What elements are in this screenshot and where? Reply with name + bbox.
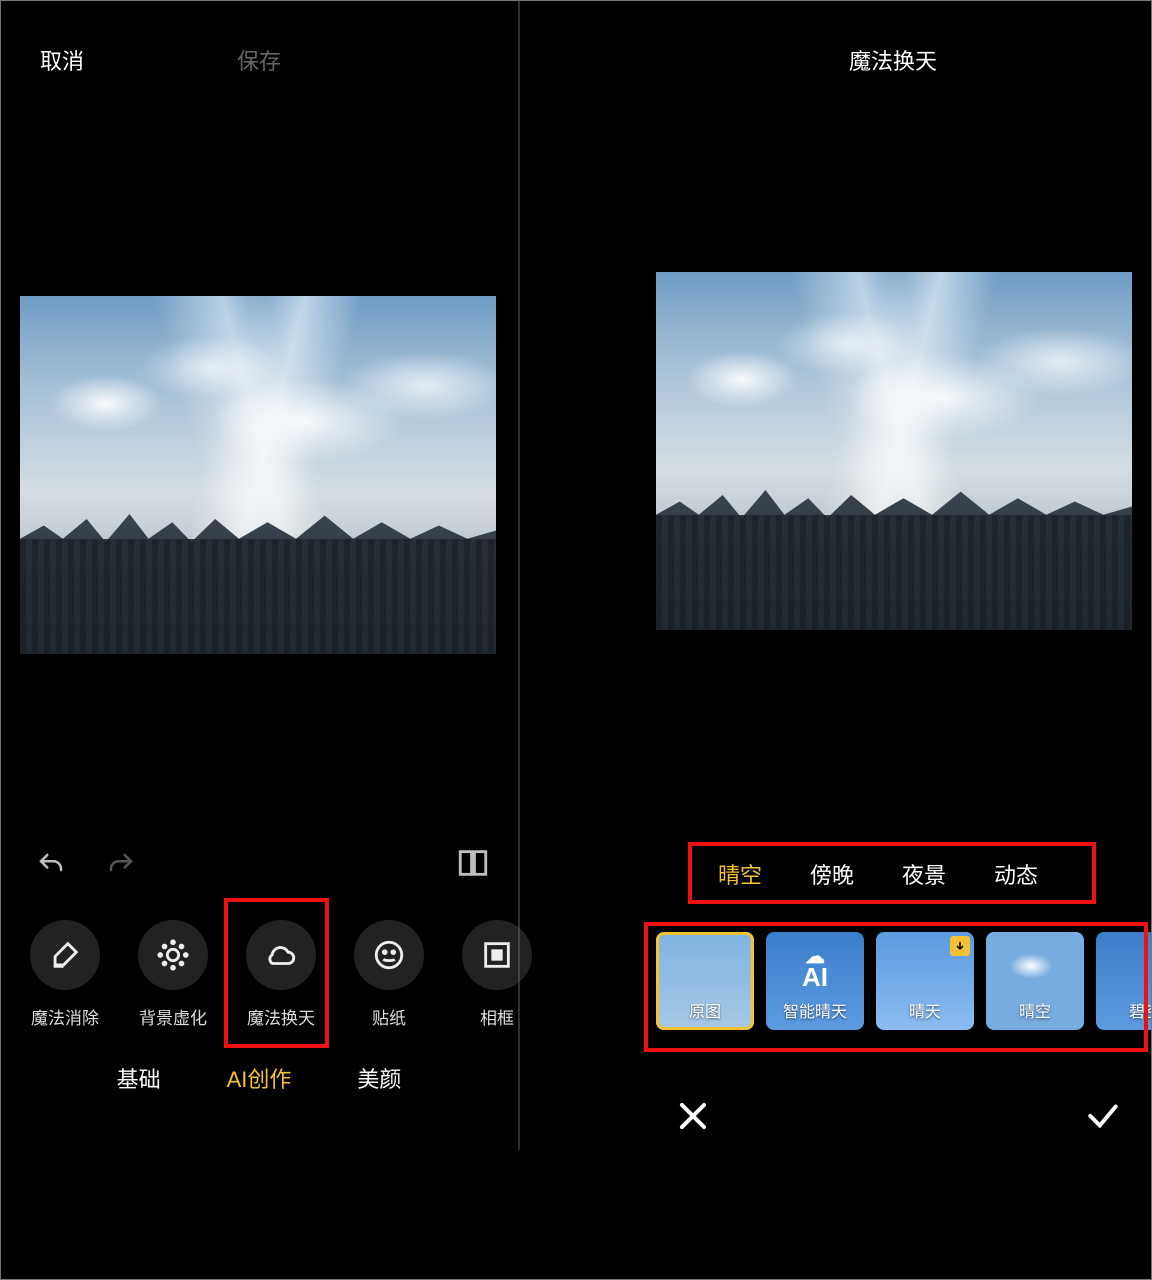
tab-ai[interactable]: AI创作	[227, 1062, 292, 1094]
category-night[interactable]: 夜景	[902, 858, 946, 890]
preset-label: 原图	[689, 998, 721, 1022]
pane-divider	[518, 0, 520, 1150]
category-clear[interactable]: 晴空	[718, 858, 762, 890]
tool-frame[interactable]: 相框	[462, 920, 532, 1060]
preset-clear-sky[interactable]: 晴空	[986, 932, 1084, 1030]
tab-beauty[interactable]: 美颜	[357, 1062, 401, 1094]
download-icon	[950, 936, 970, 956]
undo-button[interactable]	[36, 850, 66, 885]
preset-ai-sunny[interactable]: AI 智能晴天	[766, 932, 864, 1030]
cancel-icon[interactable]	[674, 1097, 712, 1140]
category-evening[interactable]: 傍晚	[810, 858, 854, 890]
preview-image-left	[20, 296, 496, 654]
preset-azure[interactable]: 碧空	[1096, 932, 1152, 1030]
preset-label: 智能晴天	[783, 998, 847, 1022]
tool-magic-erase[interactable]: 魔法消除	[30, 920, 100, 1060]
preset-label: 晴空	[1019, 998, 1051, 1022]
category-dynamic[interactable]: 动态	[994, 858, 1038, 890]
panel-title: 魔法换天	[634, 44, 1152, 76]
tool-label: 相框	[480, 1004, 514, 1029]
tool-magic-sky[interactable]: 魔法换天	[246, 920, 316, 1060]
confirm-icon[interactable]	[1084, 1097, 1122, 1140]
cancel-button[interactable]: 取消	[40, 44, 84, 76]
preset-sunny[interactable]: 晴天	[876, 932, 974, 1030]
preset-original[interactable]: 原图	[656, 932, 754, 1030]
tool-label: 魔法换天	[247, 1004, 315, 1029]
tool-bg-blur[interactable]: 背景虚化	[138, 920, 208, 1060]
ai-icon: AI	[766, 952, 864, 993]
tool-label: 魔法消除	[31, 1004, 99, 1029]
tab-basic[interactable]: 基础	[117, 1062, 161, 1094]
tool-sticker[interactable]: 贴纸	[354, 920, 424, 1060]
tool-label: 背景虚化	[139, 1004, 207, 1029]
preview-image-right	[656, 272, 1132, 630]
preset-label: 碧空	[1129, 998, 1152, 1022]
preset-label: 晴天	[909, 998, 941, 1022]
compare-icon[interactable]	[456, 846, 490, 885]
tool-label: 贴纸	[372, 1004, 406, 1029]
redo-button[interactable]	[106, 850, 136, 885]
